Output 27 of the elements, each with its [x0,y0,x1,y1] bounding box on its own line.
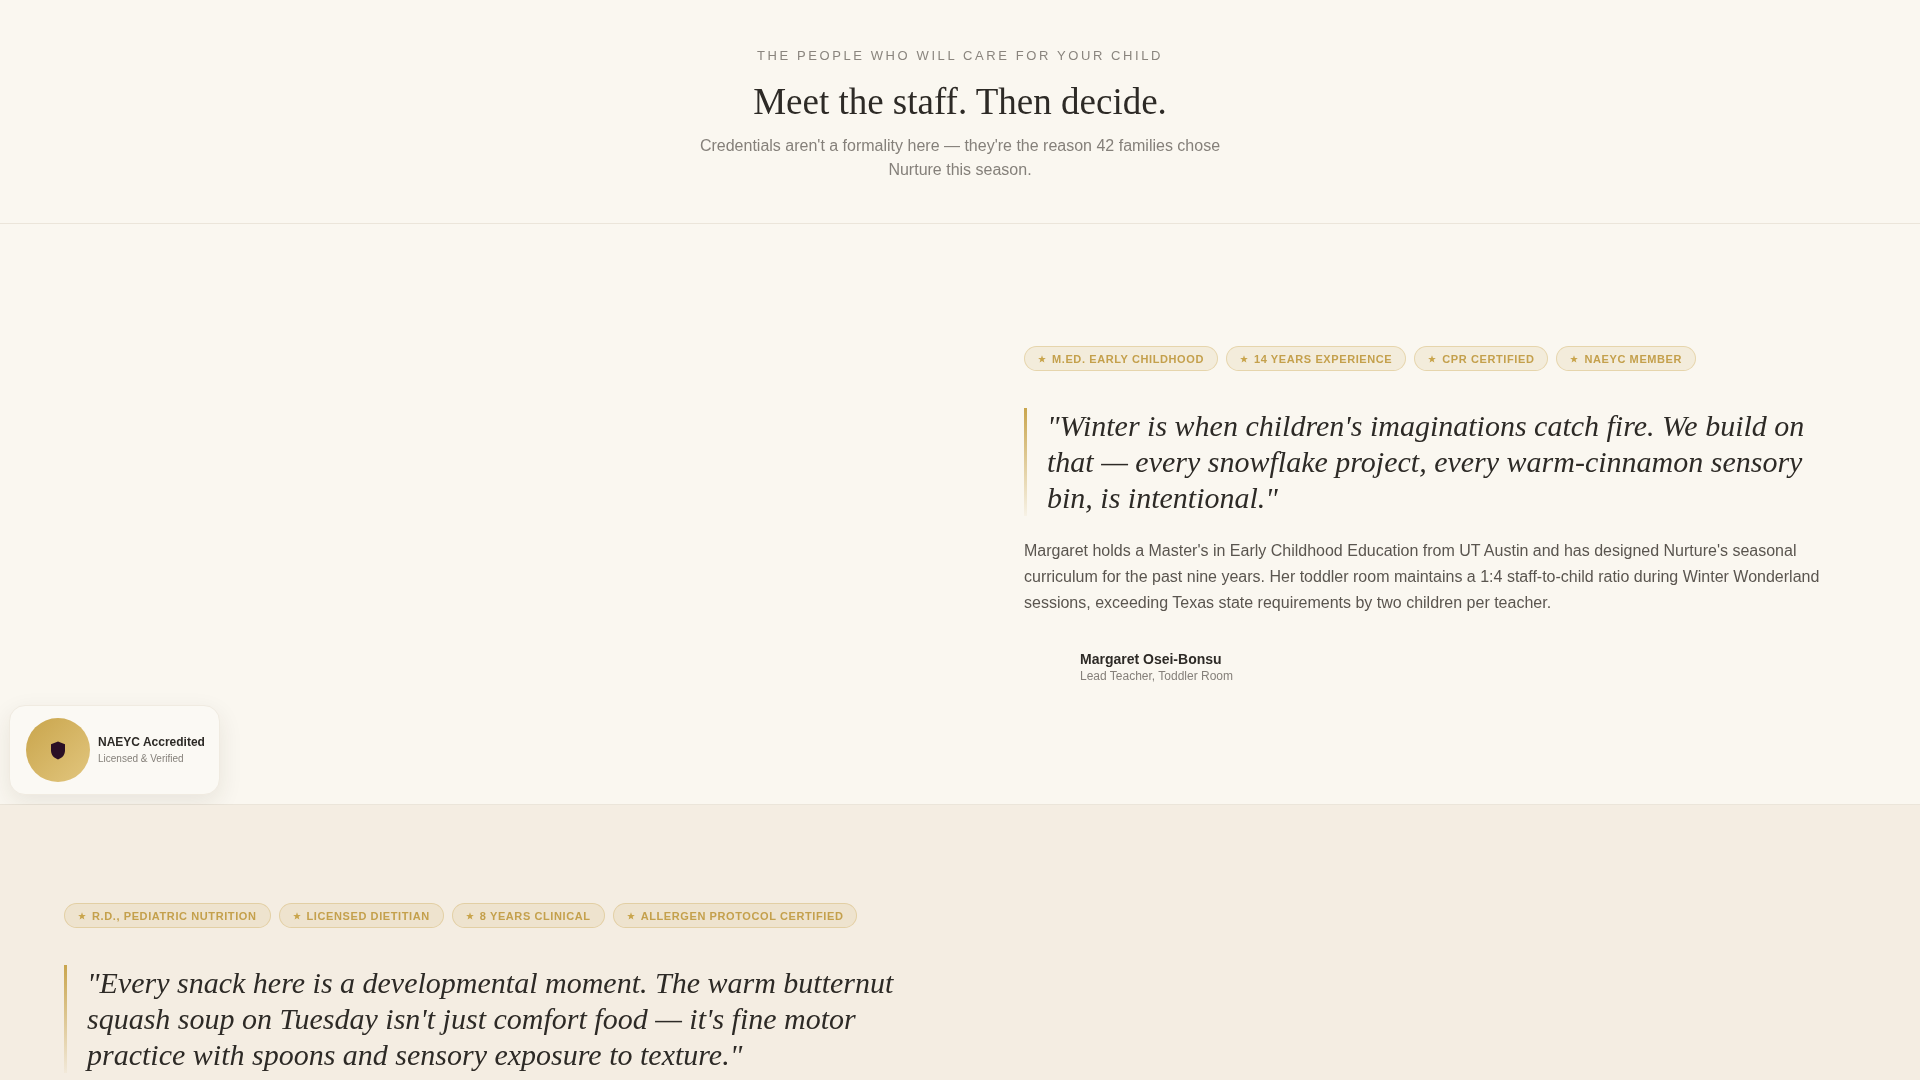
badge-title: NAEYC Accredited [98,735,205,750]
tag-label: NAEYC MEMBER [1584,351,1683,366]
tag-label: LICENSED DIETITIAN [306,908,430,923]
badge-subtitle: Licensed & Verified [98,752,185,765]
tag-label: R.D., PEDIATRIC NUTRITION [92,908,257,923]
star-icon [465,911,474,920]
staff-bio: Margaret holds a Master's in Early Childhood Education from UT Austin and has designed Nurture's seasonal curriculum for the past nine years. Her toddler room maintains a 1:4 staff-to-child ratio during Winter Wonderland sessions, exceeding Texas state requirements by two children per teacher. [1024,541,1821,613]
star-icon [1038,354,1046,363]
intro-text: Credentials aren't a formality here — they're the reason 42 families chose Nurture this season. [698,136,1222,180]
tag-label: M.ED. EARLY CHILDHOOD [1052,351,1204,366]
staff-quote: "Every snack here is a developmental moment. The warm butternut squash soup on Tuesday isn't just comfort food — it's fine motor practice with spoons and sensory exposure to texture." [64,965,900,1073]
star-icon [1428,354,1437,363]
staff-role: Lead Teacher, Toddler Room [1080,668,1233,684]
section-heading: Meet the staff. Then decide. [753,80,1167,124]
staff-quote: "Winter is when children's imaginations catch fire. We build on that — every snowflake project, every warm-cinnamon sensory bin, is intentional." [1024,408,1826,516]
tag-label: 8 YEARS CLINICAL [479,908,591,923]
star-icon [1239,354,1248,363]
staff-name: Margaret Osei-Bonsu [1080,650,1223,668]
star-icon [78,911,86,920]
tag-label: ALLERGEN PROTOCOL CERTIFIED [640,908,844,923]
shield-icon [26,718,90,782]
star-icon [1570,354,1579,363]
eyebrow-text: THE PEOPLE WHO WILL CARE FOR YOUR CHILD [756,47,1164,65]
tag-label: 14 YEARS EXPERIENCE [1253,351,1393,366]
tag-label: CPR CERTIFIED [1442,351,1535,366]
star-icon [626,911,635,920]
star-icon [292,911,301,920]
